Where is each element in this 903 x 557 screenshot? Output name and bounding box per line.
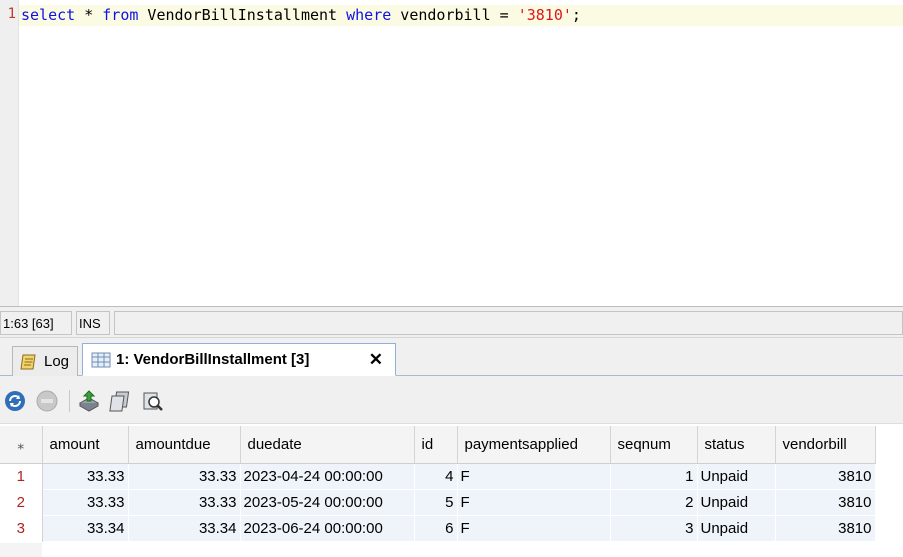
line-number: 1 [7, 6, 16, 22]
cell-vendorbill[interactable]: 3810 [775, 489, 876, 516]
cell-seqnum[interactable]: 3 [610, 515, 698, 542]
cell-status[interactable]: Unpaid [697, 463, 776, 490]
result-grid-area: ⁎ amount amountdue duedate id paymentsap… [0, 424, 903, 557]
cell-id[interactable]: 5 [414, 489, 458, 516]
cell-seqnum[interactable]: 2 [610, 489, 698, 516]
refresh-button[interactable] [3, 389, 27, 413]
column-header-duedate[interactable]: duedate [240, 426, 415, 464]
column-header-status[interactable]: status [697, 426, 776, 464]
sql-editor[interactable]: 1 select * from VendorBillInstallment wh… [0, 0, 903, 306]
cell-duedate[interactable]: 2023-04-24 00:00:00 [240, 463, 415, 490]
cell-amountdue[interactable]: 33.33 [128, 463, 241, 490]
table-grid-icon [91, 351, 111, 369]
sql-code-line[interactable]: select * from VendorBillInstallment wher… [21, 6, 581, 25]
cell-id[interactable]: 6 [414, 515, 458, 542]
copy-button[interactable] [109, 389, 133, 413]
log-icon [19, 353, 39, 371]
sql-keyword-select: select [21, 6, 76, 24]
export-button[interactable] [77, 389, 101, 413]
sql-keyword-from: from [102, 6, 139, 24]
cell-status[interactable]: Unpaid [697, 489, 776, 516]
result-toolbar [0, 376, 903, 424]
cell-duedate[interactable]: 2023-06-24 00:00:00 [240, 515, 415, 542]
sql-star: * [75, 6, 103, 24]
tab-log-label: Log [44, 353, 70, 370]
refresh-icon [5, 391, 25, 411]
output-tab-bar: Log 1: VendorBillInstallment [3] ✕ [0, 338, 903, 376]
sql-table-name: VendorBillInstallment [138, 6, 347, 24]
column-header-vendorbill[interactable]: vendorbill [775, 426, 876, 464]
cell-vendorbill[interactable]: 3810 [775, 463, 876, 490]
editor-status-bar: 1:63 [63] INS [0, 306, 903, 338]
grid-header-row: ⁎ amount amountdue duedate id paymentsap… [0, 426, 876, 464]
copy-icon [109, 391, 130, 412]
tab-vendor-bill-installment-result[interactable]: 1: VendorBillInstallment [3] ✕ [82, 343, 396, 376]
sql-keyword-where: where [346, 6, 392, 24]
sql-terminator: ; [571, 6, 581, 24]
stop-icon [36, 390, 58, 412]
cell-paymentsapplied[interactable]: F [457, 489, 611, 516]
cell-id[interactable]: 4 [414, 463, 458, 490]
column-header-amount[interactable]: amount [42, 426, 129, 464]
table-row[interactable]: 1 33.33 33.33 2023-04-24 00:00:00 4 F 1 … [0, 463, 876, 490]
cell-duedate[interactable]: 2023-05-24 00:00:00 [240, 489, 415, 516]
cell-amount[interactable]: 33.34 [42, 515, 129, 542]
cell-seqnum[interactable]: 1 [610, 463, 698, 490]
column-header-seqnum[interactable]: seqnum [610, 426, 698, 464]
sql-string-literal: '3810' [517, 6, 572, 24]
toolbar-separator [69, 390, 70, 412]
result-grid: ⁎ amount amountdue duedate id paymentsap… [0, 426, 876, 542]
close-icon[interactable]: ✕ [369, 350, 383, 370]
export-icon [78, 390, 100, 412]
row-number[interactable]: 2 [0, 489, 43, 515]
cell-amount[interactable]: 33.33 [42, 463, 129, 490]
stop-button[interactable] [35, 389, 59, 413]
tab-log[interactable]: Log [12, 346, 78, 376]
inspect-button[interactable] [141, 389, 165, 413]
column-header-id[interactable]: id [414, 426, 458, 464]
row-header-filler [0, 543, 42, 557]
cell-paymentsapplied[interactable]: F [457, 463, 611, 490]
cell-vendorbill[interactable]: 3810 [775, 515, 876, 542]
cell-amountdue[interactable]: 33.33 [128, 489, 241, 516]
insert-mode-indicator: INS [76, 311, 110, 335]
cell-amountdue[interactable]: 33.34 [128, 515, 241, 542]
row-number[interactable]: 1 [0, 463, 43, 489]
cell-status[interactable]: Unpaid [697, 515, 776, 542]
cell-amount[interactable]: 33.33 [42, 489, 129, 516]
grid-corner-cell[interactable]: ⁎ [0, 426, 43, 464]
table-row[interactable]: 2 33.33 33.33 2023-05-24 00:00:00 5 F 2 … [0, 489, 876, 516]
table-row[interactable]: 3 33.34 33.34 2023-06-24 00:00:00 6 F 3 … [0, 515, 876, 542]
column-header-paymentsapplied[interactable]: paymentsapplied [457, 426, 611, 464]
column-header-amountdue[interactable]: amountdue [128, 426, 241, 464]
inspect-icon [143, 392, 163, 411]
status-empty-panel [114, 311, 903, 335]
cell-paymentsapplied[interactable]: F [457, 515, 611, 542]
line-number-gutter [0, 0, 19, 306]
cursor-position: 1:63 [63] [0, 311, 72, 335]
row-number[interactable]: 3 [0, 515, 43, 541]
sql-condition: vendorbill = [391, 6, 518, 24]
tab-result-label: 1: VendorBillInstallment [3] [116, 351, 310, 368]
